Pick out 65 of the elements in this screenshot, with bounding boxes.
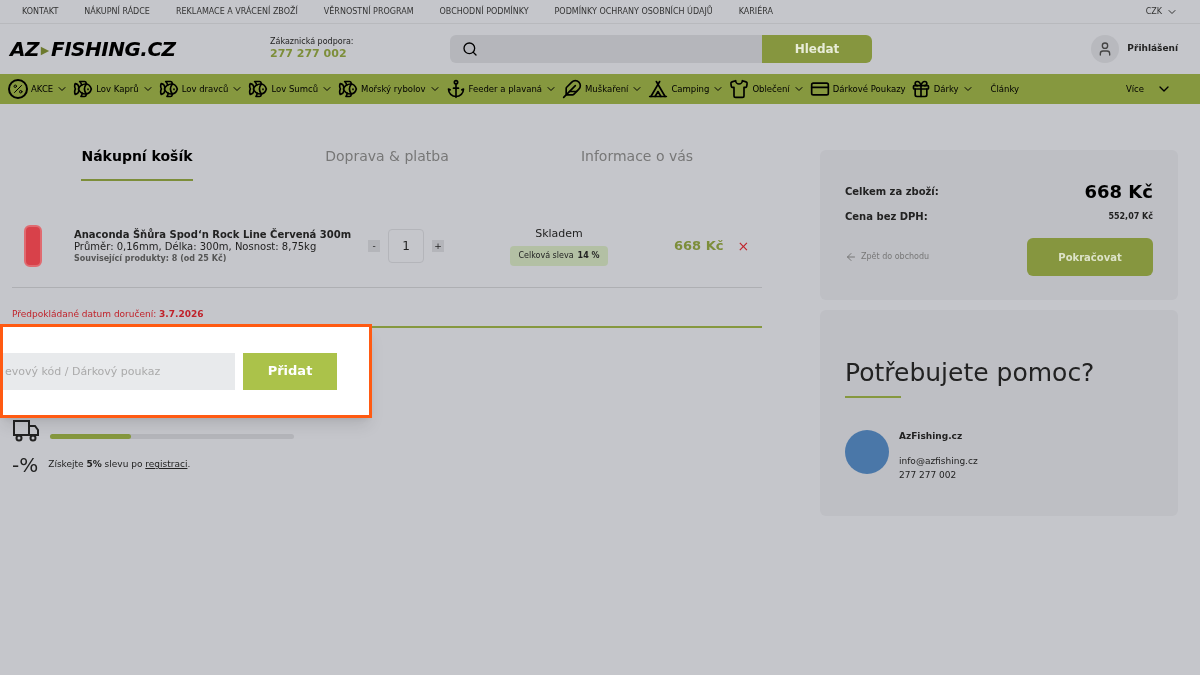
fish-icon [338,79,359,99]
logo[interactable]: AZ FISHING.CZ [10,34,270,64]
avatar-photo-placeholder [845,429,889,474]
login-link[interactable]: Přihlášení [1127,42,1178,56]
stock-status: Skladem [535,225,583,242]
fish-icon [73,79,94,99]
category-link[interactable]: Články [990,82,1020,96]
shirt-icon [729,79,750,99]
plus-button[interactable]: + [432,240,444,252]
percent-icon [8,79,28,99]
total-price: 668 Kč [1084,180,1153,204]
fish-icon [158,79,179,99]
currency-select[interactable]: CZK [1145,5,1178,18]
truck-icon [12,418,40,442]
support-label: Zákaznická podpora: [270,37,355,48]
top-link[interactable]: NÁKUPNÍ RÁDCE [84,5,150,18]
product-params: Průměr: 0,16mm, Délka: 300m, Nosnost: 8,75kg [74,241,318,253]
category-link[interactable]: Lov Kaprů [96,82,139,96]
net-label: Cena bez DPH: [845,210,928,224]
feather-icon [562,79,582,99]
contact-email[interactable]: info@azfishing.cz [899,455,978,469]
more-menu[interactable]: Více [1125,81,1172,97]
contact-name: AzFishing.cz [899,429,964,443]
top-link[interactable]: REKLAMACE A VRÁCENÍ ZBOŽÍ [175,5,298,18]
registration-text: Získejte 5% slevu po registraci. [48,458,191,472]
category-link[interactable]: Dárkové Poukazy [832,82,906,96]
remove-button[interactable]: × [737,235,750,257]
discount-badge: Celková sleva 14 % [510,246,608,267]
product-name[interactable]: Anaconda Šňůra Spod‘n Rock Line Červená 300m [74,228,374,241]
coupon-field[interactable]: evový kód / Dárkový poukaz [3,352,235,390]
tent-icon [648,79,669,99]
contact-phone: 277 277 002 [899,468,958,482]
help-title: Potřebujete pomoc? [845,357,1096,389]
user-avatar-icon[interactable] [1091,35,1120,63]
item-price: 668 Kč [674,237,724,256]
related-products[interactable]: Související produkty: 8 (od 25 Kč) [74,253,374,264]
category-link[interactable]: Lov Sumců [271,82,319,96]
back-arrow-icon [845,251,857,263]
spool-icon [24,225,42,267]
card-icon [809,79,830,99]
delivery-date: Předpokládané datum doručení: 3.7.2026 [12,309,204,319]
search-icon [462,41,478,57]
net-price: 552,07 Kč [1108,210,1153,223]
quantity-field[interactable]: 1 [388,229,424,263]
top-link[interactable]: KONTAKT [22,5,59,18]
category-link[interactable]: Dárky [933,82,959,96]
top-link[interactable]: OBCHODNÍ PODMÍNKY [439,5,529,18]
top-link[interactable]: KARIÉRA [738,5,773,18]
anchor-icon [445,79,466,99]
category-link[interactable]: Feeder a plavaná [468,82,542,96]
top-link[interactable]: VĚRNOSTNÍ PROGRAM [323,5,414,18]
category-link[interactable]: AKCE [31,82,54,96]
category-link[interactable]: Muškaření [585,82,629,96]
category-link[interactable]: Oblečení [752,82,790,96]
gift-icon [910,79,931,99]
discount-sign: -% [12,452,39,479]
fish-icon [248,79,269,99]
total-label: Celkem za zboží: [845,185,939,199]
category-link[interactable]: Mořský rybolov [361,82,426,96]
step-tab[interactable]: Nákupní košík [81,146,193,181]
minus-button[interactable]: - [368,240,380,252]
category-link[interactable]: Lov dravců [181,82,229,96]
search-field[interactable] [450,35,762,63]
category-link[interactable]: Camping [671,82,710,96]
top-link[interactable]: PODMÍNKY OCHRANY OSOBNÍCH ÚDAJŮ [554,5,713,18]
